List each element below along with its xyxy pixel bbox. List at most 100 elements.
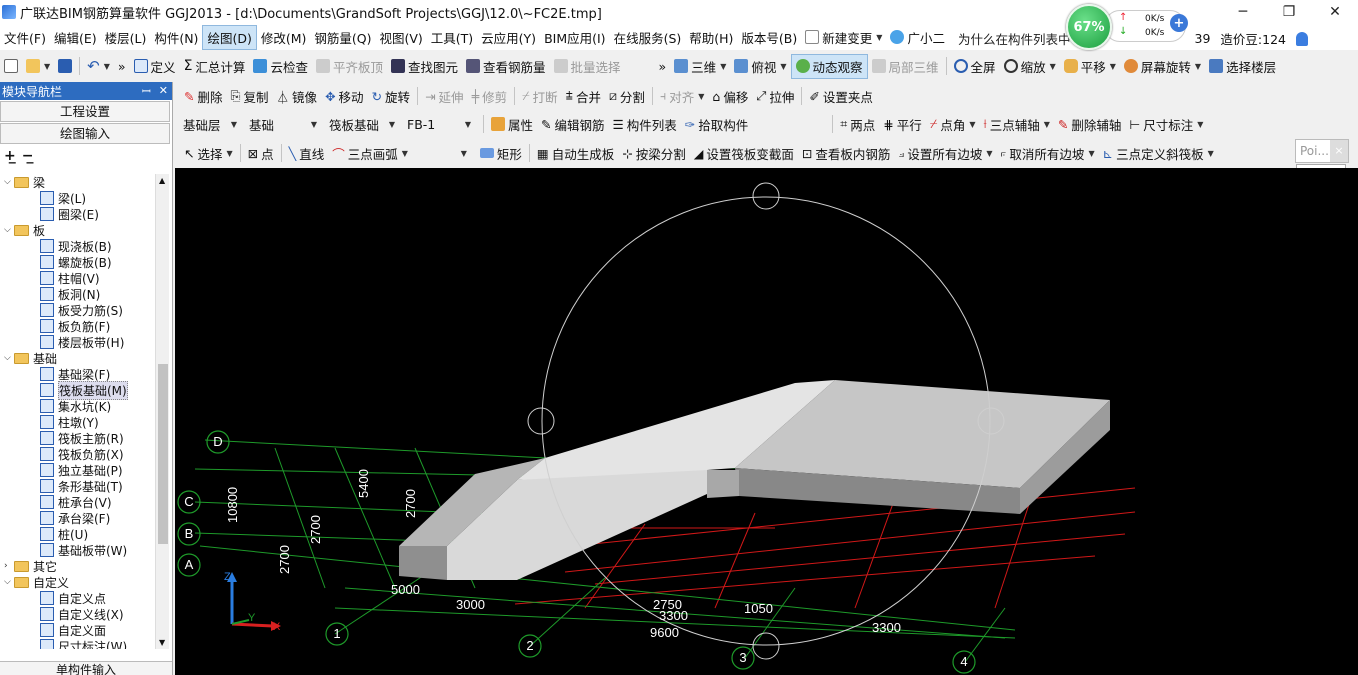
rotate-button[interactable]: ↻ 旋转 bbox=[368, 85, 415, 108]
break-button[interactable]: ⌿ 打断 bbox=[518, 85, 562, 108]
menu-draw[interactable]: 绘图(D) bbox=[202, 24, 257, 50]
menu-tools[interactable]: 工具(T) bbox=[427, 26, 477, 49]
scroll-thumb[interactable] bbox=[158, 364, 168, 544]
select-button[interactable]: ↖ 选择 ▼ bbox=[180, 142, 237, 165]
tree-folder[interactable]: › 其它 bbox=[4, 558, 57, 574]
poi-input[interactable]: Poi... × bbox=[1295, 139, 1349, 163]
menu-cloud[interactable]: 云应用(Y) bbox=[477, 26, 540, 49]
define-button[interactable]: 定义 bbox=[130, 55, 180, 78]
bell-icon[interactable] bbox=[1296, 31, 1308, 46]
offset-button[interactable]: ⌂ 偏移 bbox=[708, 85, 752, 108]
floor-select[interactable]: 基础层 ▼ bbox=[180, 113, 240, 136]
menu-component[interactable]: 构件(N) bbox=[150, 26, 202, 49]
parallel-button[interactable]: ⋕ 平行 bbox=[879, 113, 926, 136]
tree-item[interactable]: 筏板基础(M) bbox=[40, 380, 128, 400]
trim-button[interactable]: ╪ 修剪 bbox=[468, 85, 512, 108]
viewport-canvas[interactable]: D C B A 1 2 3 4 10800 5400 2700 2700 270… bbox=[175, 168, 1358, 675]
scroll-down-icon[interactable]: ▼ bbox=[159, 638, 165, 647]
delete-aux-button[interactable]: ✎ 删除辅轴 bbox=[1054, 113, 1126, 136]
cloud-check-button[interactable]: 云检查 bbox=[249, 55, 312, 78]
orbit-handle-left[interactable] bbox=[527, 407, 555, 435]
pan-button[interactable]: 平移 ▼ bbox=[1060, 55, 1120, 78]
select-floor-button[interactable]: 选择楼层 bbox=[1205, 55, 1280, 78]
tree-folder[interactable]: ⌵ 梁 bbox=[4, 174, 45, 190]
delete-button[interactable]: ✎ 删除 bbox=[180, 85, 227, 108]
sum-calc-button[interactable]: Σ 汇总计算 bbox=[180, 55, 250, 78]
close-button[interactable]: ✕ bbox=[1312, 0, 1358, 24]
cancel-all-edges-button[interactable]: ⟔ 取消所有边坡 ▼ bbox=[996, 142, 1098, 165]
tree-item[interactable]: 自定义线(X) bbox=[40, 606, 124, 622]
expand-all-icon[interactable]: +̲ bbox=[4, 148, 16, 164]
element-type-select[interactable]: 筏板基础 ▼ bbox=[326, 113, 398, 136]
more-tools-button[interactable]: » bbox=[114, 57, 130, 76]
view-rebar-button[interactable]: 查看钢筋量 bbox=[462, 55, 550, 78]
memory-percent[interactable]: 67% bbox=[1066, 4, 1112, 50]
align-button[interactable]: ⫞ 对齐 ▼ bbox=[656, 85, 708, 108]
scroll-up-icon[interactable]: ▲ bbox=[159, 176, 165, 185]
tree-item[interactable]: 柱墩(Y) bbox=[40, 414, 99, 430]
screen-rotate-button[interactable]: 屏幕旋转 ▼ bbox=[1120, 55, 1205, 78]
expander-icon[interactable]: ⌵ bbox=[4, 577, 14, 587]
tree-item[interactable]: 板洞(N) bbox=[40, 286, 100, 302]
top-view-button[interactable]: 俯视 ▼ bbox=[730, 55, 790, 78]
tree-scrollbar[interactable]: ▲ ▼ bbox=[155, 174, 169, 649]
point-button[interactable]: ⊠ 点 bbox=[244, 142, 278, 165]
menu-floor[interactable]: 楼层(L) bbox=[101, 26, 151, 49]
tree-item[interactable]: 自定义面 bbox=[40, 622, 106, 638]
rect-button[interactable]: 矩形 bbox=[476, 142, 526, 165]
raft-section-button[interactable]: ◢ 设置筏板变截面 bbox=[690, 142, 798, 165]
dynamic-view-button[interactable]: 动态观察 bbox=[790, 53, 868, 79]
properties-button[interactable]: 属性 bbox=[487, 113, 537, 136]
point-angle-button[interactable]: ⌿ 点角 ▼ bbox=[926, 113, 980, 136]
pin-icon[interactable]: ꟷ bbox=[142, 84, 151, 99]
line-button[interactable]: ╲ 直线 bbox=[285, 142, 329, 165]
expander-icon[interactable]: › bbox=[4, 561, 14, 571]
element-select[interactable]: FB-1 ▼ bbox=[404, 115, 474, 134]
three-point-slope-button[interactable]: ⊾ 三点定义斜筏板 ▼ bbox=[1099, 142, 1218, 165]
tree-item[interactable]: 集水坑(K) bbox=[40, 398, 111, 414]
element-list-button[interactable]: ☰ 构件列表 bbox=[609, 113, 681, 136]
fullscreen-button[interactable]: 全屏 bbox=[950, 55, 1000, 78]
set-grip-button[interactable]: ✐ 设置夹点 bbox=[805, 85, 877, 108]
set-all-edges-button[interactable]: ⟓ 设置所有边坡 ▼ bbox=[894, 142, 996, 165]
two-points-button[interactable]: ⌗ 两点 bbox=[836, 113, 879, 136]
undo-button[interactable]: ↶ ▼ bbox=[83, 55, 114, 77]
tree-folder[interactable]: ⌵ 自定义 bbox=[4, 574, 69, 590]
open-file-button[interactable]: ▼ bbox=[22, 57, 54, 75]
tree-folder[interactable]: ⌵ 板 bbox=[4, 222, 45, 238]
tree-item[interactable]: 梁(L) bbox=[40, 190, 86, 206]
split-button[interactable]: ⧄ 分割 bbox=[605, 85, 649, 108]
menu-modify[interactable]: 修改(M) bbox=[257, 26, 311, 49]
extend-button[interactable]: ⇥ 延伸 bbox=[421, 85, 468, 108]
three-point-aux-button[interactable]: ⟊ 三点辅轴 ▼ bbox=[980, 113, 1054, 136]
assistant-button[interactable]: 广小二 bbox=[886, 26, 949, 49]
notice-link[interactable]: 为什么在构件列表中 bbox=[958, 29, 1071, 48]
tree-item[interactable]: 承台梁(F) bbox=[40, 510, 110, 526]
save-button[interactable] bbox=[54, 57, 76, 75]
raft-slab[interactable] bbox=[399, 380, 1110, 580]
tree-item[interactable]: 现浇板(B) bbox=[40, 238, 112, 254]
speed-widget[interactable]: ↑ 0K/s ↓ 0K/s 67% + bbox=[1066, 4, 1190, 50]
tree-item[interactable]: 楼层板带(H) bbox=[40, 334, 124, 350]
minimize-button[interactable]: ─ bbox=[1220, 0, 1266, 24]
local-3d-button[interactable]: 局部三维 bbox=[868, 55, 943, 78]
tree-item[interactable]: 筏板主筋(R) bbox=[40, 430, 124, 446]
merge-button[interactable]: ⩲ 合并 bbox=[562, 85, 605, 108]
tree-folder[interactable]: ⌵ 基础 bbox=[4, 350, 57, 366]
stretch-button[interactable]: ⤢ 拉伸 bbox=[752, 85, 798, 108]
find-element-button[interactable]: 查找图元 bbox=[387, 55, 462, 78]
tree-item[interactable]: 筏板负筋(X) bbox=[40, 446, 124, 462]
menu-version[interactable]: 版本号(B) bbox=[737, 26, 801, 49]
orbit-handle-bottom[interactable] bbox=[752, 632, 780, 660]
menu-view[interactable]: 视图(V) bbox=[375, 26, 426, 49]
tree-item[interactable]: 圈梁(E) bbox=[40, 206, 99, 222]
split-by-beam-button[interactable]: ⊹ 按梁分割 bbox=[618, 142, 690, 165]
orbit-handle-top[interactable] bbox=[752, 182, 780, 210]
arc-mode-select[interactable]: ▼ bbox=[412, 147, 470, 160]
dimension-button[interactable]: ⊢ 尺寸标注 ▼ bbox=[1125, 113, 1207, 136]
single-element-input-button[interactable]: 单构件输入 bbox=[0, 661, 172, 675]
drawing-input-button[interactable]: 绘图输入 bbox=[0, 123, 170, 144]
more-tools-button-2[interactable]: » bbox=[655, 57, 671, 76]
copy-button[interactable]: ⎘ 复制 bbox=[227, 85, 273, 108]
maximize-button[interactable]: ❐ bbox=[1266, 0, 1312, 24]
